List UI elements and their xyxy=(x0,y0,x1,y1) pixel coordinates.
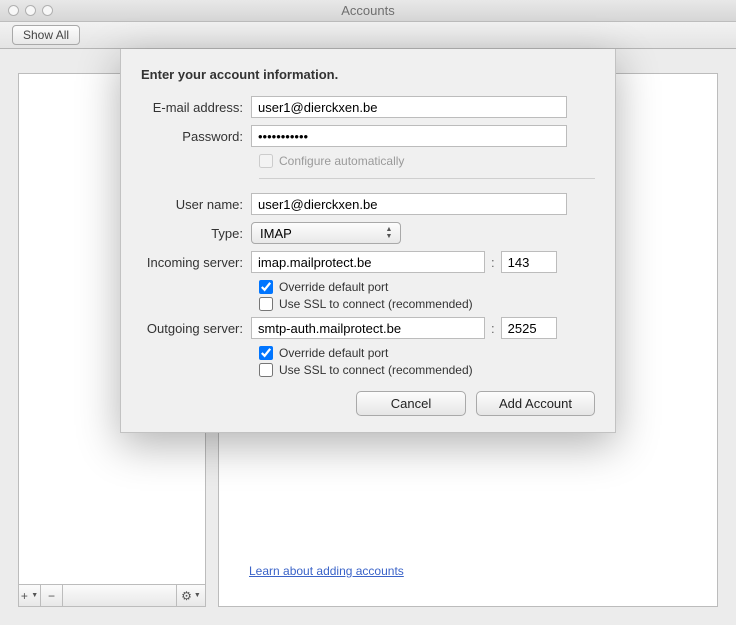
outgoing-label: Outgoing server: xyxy=(141,321,251,336)
window-title: Accounts xyxy=(0,3,736,18)
toolbar: Show All xyxy=(0,22,736,49)
incoming-label: Incoming server: xyxy=(141,255,251,270)
incoming-server-field[interactable] xyxy=(251,251,485,273)
add-account-button[interactable]: + ▼ xyxy=(19,585,41,606)
outgoing-server-field[interactable] xyxy=(251,317,485,339)
gear-menu-button[interactable]: ⚙▼ xyxy=(177,585,205,606)
remove-account-button[interactable]: − xyxy=(41,585,63,606)
sheet-heading: Enter your account information. xyxy=(141,67,595,82)
outgoing-ssl-checkbox[interactable] xyxy=(259,363,273,377)
show-all-button[interactable]: Show All xyxy=(12,25,80,45)
colon: : xyxy=(491,255,495,270)
incoming-override-checkbox[interactable] xyxy=(259,280,273,294)
separator xyxy=(259,178,595,179)
account-sheet: Enter your account information. E-mail a… xyxy=(120,49,616,433)
incoming-ssl-label: Use SSL to connect (recommended) xyxy=(279,297,473,311)
gear-icon: ⚙ xyxy=(181,589,192,603)
email-field[interactable] xyxy=(251,96,567,118)
password-field[interactable] xyxy=(251,125,567,147)
incoming-port-field[interactable] xyxy=(501,251,557,273)
auto-configure-checkbox xyxy=(259,154,273,168)
outgoing-override-label: Override default port xyxy=(279,346,388,360)
titlebar: Accounts xyxy=(0,0,736,22)
add-account-button[interactable]: Add Account xyxy=(476,391,595,416)
auto-configure-label: Configure automatically xyxy=(279,154,404,168)
learn-link[interactable]: Learn about adding accounts xyxy=(249,564,404,578)
username-label: User name: xyxy=(141,197,251,212)
cancel-button[interactable]: Cancel xyxy=(356,391,466,416)
sidebar-spacer xyxy=(63,585,177,606)
type-label: Type: xyxy=(141,226,251,241)
colon: : xyxy=(491,321,495,336)
incoming-override-label: Override default port xyxy=(279,280,388,294)
email-label: E-mail address: xyxy=(141,100,251,115)
outgoing-port-field[interactable] xyxy=(501,317,557,339)
sidebar-actions: + ▼ − ⚙▼ xyxy=(18,585,206,607)
outgoing-ssl-label: Use SSL to connect (recommended) xyxy=(279,363,473,377)
incoming-ssl-checkbox[interactable] xyxy=(259,297,273,311)
password-label: Password: xyxy=(141,129,251,144)
type-select[interactable]: IMAP xyxy=(251,222,401,244)
outgoing-override-checkbox[interactable] xyxy=(259,346,273,360)
username-field[interactable] xyxy=(251,193,567,215)
